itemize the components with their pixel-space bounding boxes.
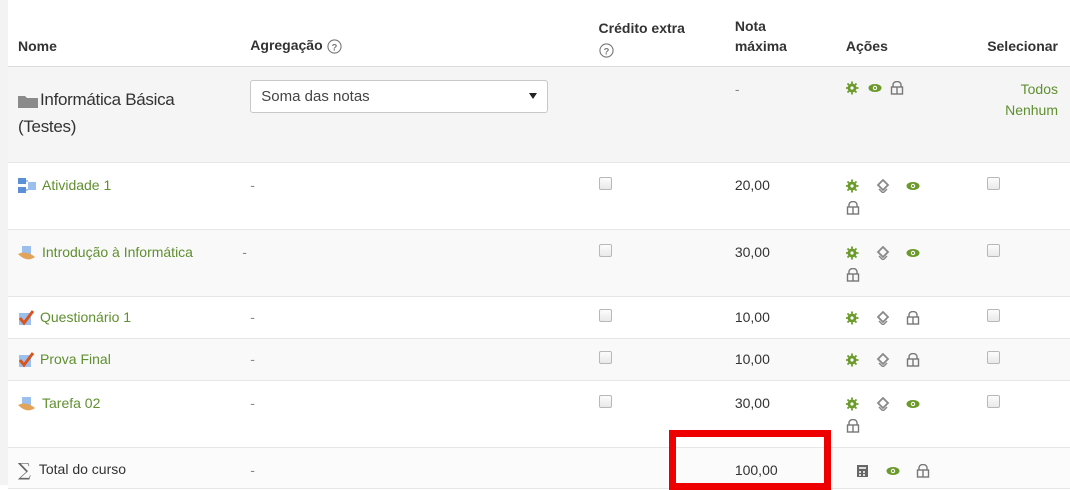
select-all-link[interactable]: Todos bbox=[1021, 81, 1058, 97]
category-max-grade: - bbox=[734, 80, 740, 97]
eye-icon[interactable] bbox=[906, 397, 936, 411]
grade-item-row: Prova Final - 10,00 bbox=[8, 338, 1070, 381]
help-icon[interactable]: ? bbox=[598, 42, 614, 58]
sigma-icon: ∑ bbox=[18, 459, 31, 481]
extra-credit-checkbox[interactable] bbox=[598, 350, 612, 364]
highlight-annotation-box bbox=[669, 430, 831, 490]
grade-item-link[interactable]: Tarefa 02 bbox=[42, 395, 100, 411]
category-name: Informática Básica bbox=[40, 89, 175, 109]
calculator-icon[interactable] bbox=[856, 464, 886, 478]
aggregation-value: - bbox=[250, 350, 255, 367]
gradebook-setup-table: Nome Agregação ? Crédito extra ? Nota má… bbox=[8, 0, 1070, 489]
svg-text:?: ? bbox=[331, 42, 337, 52]
move-icon[interactable] bbox=[876, 178, 906, 193]
move-icon[interactable] bbox=[876, 310, 906, 325]
aggregation-value: - bbox=[250, 308, 255, 325]
header-aggregation: Agregação ? bbox=[250, 0, 599, 67]
category-row: Informática Básica (Testes) Soma das not… bbox=[8, 66, 1070, 163]
move-icon[interactable] bbox=[876, 396, 906, 411]
select-item-checkbox[interactable] bbox=[987, 308, 1001, 322]
select-item-checkbox[interactable] bbox=[987, 176, 1001, 190]
eye-icon[interactable] bbox=[906, 246, 936, 260]
max-grade-value: 30,00 bbox=[734, 394, 770, 411]
eye-icon[interactable] bbox=[886, 464, 916, 478]
aggregation-select-value: Soma das notas bbox=[261, 87, 370, 105]
grade-item-link[interactable]: Questionário 1 bbox=[40, 309, 131, 325]
extra-credit-checkbox[interactable] bbox=[598, 243, 612, 257]
max-grade-value: 20,00 bbox=[734, 176, 770, 193]
assignment-icon bbox=[18, 245, 35, 260]
grade-item-link[interactable]: Introdução à Informática bbox=[42, 244, 193, 260]
select-item-checkbox[interactable] bbox=[987, 394, 1001, 408]
lock-icon[interactable] bbox=[846, 200, 876, 215]
help-icon[interactable]: ? bbox=[326, 38, 342, 54]
grade-item-row: Tarefa 02 - 30,00 bbox=[8, 380, 1070, 448]
gear-icon[interactable] bbox=[845, 179, 876, 193]
lock-icon[interactable] bbox=[906, 352, 936, 367]
header-extra-credit: Crédito extra ? bbox=[598, 0, 735, 67]
left-sidebar-edge bbox=[0, 0, 8, 485]
aggregation-value: - bbox=[242, 243, 247, 260]
header-select: Selecionar bbox=[987, 0, 1070, 67]
aggregation-value: - bbox=[250, 176, 255, 193]
gear-icon[interactable] bbox=[845, 246, 876, 260]
quiz-icon bbox=[18, 351, 34, 368]
lock-icon[interactable] bbox=[890, 80, 920, 95]
quiz-icon bbox=[18, 309, 34, 326]
header-actions: Ações bbox=[845, 0, 988, 67]
grade-item-link[interactable]: Prova Final bbox=[40, 351, 111, 367]
max-grade-value: 10,00 bbox=[734, 308, 770, 325]
max-grade-value: 30,00 bbox=[734, 243, 770, 260]
aggregation-value: - bbox=[250, 461, 255, 478]
grade-item-row: Introdução à Informática - 30,00 bbox=[8, 229, 1070, 297]
gear-icon[interactable] bbox=[845, 353, 876, 367]
course-total-row: ∑ Total do curso - 100,00 bbox=[8, 447, 1070, 489]
max-grade-value: 10,00 bbox=[734, 350, 770, 367]
move-icon[interactable] bbox=[876, 352, 906, 367]
lock-icon[interactable] bbox=[846, 418, 876, 433]
extra-credit-checkbox[interactable] bbox=[598, 176, 612, 190]
grade-item-row: Questionário 1 - 10,00 bbox=[8, 296, 1070, 339]
select-item-checkbox[interactable] bbox=[987, 243, 1001, 257]
eye-icon[interactable] bbox=[906, 179, 936, 193]
select-none-link[interactable]: Nenhum bbox=[1005, 102, 1058, 118]
aggregation-select[interactable]: Soma das notas bbox=[250, 79, 549, 113]
lock-icon[interactable] bbox=[906, 310, 936, 325]
header-max-grade: Nota máxima bbox=[734, 0, 846, 67]
header-name: Nome bbox=[8, 0, 251, 67]
grade-item-link[interactable]: Atividade 1 bbox=[42, 177, 111, 193]
folder-icon bbox=[18, 95, 38, 108]
select-item-checkbox[interactable] bbox=[987, 350, 1001, 364]
aggregation-value: - bbox=[250, 394, 255, 411]
activity-icon bbox=[18, 177, 36, 193]
assignment-icon bbox=[18, 396, 35, 411]
grade-item-row: Atividade 1 - 20,00 bbox=[8, 162, 1070, 230]
course-total-label: Total do curso bbox=[38, 460, 127, 477]
extra-credit-checkbox[interactable] bbox=[598, 308, 612, 322]
gear-icon[interactable] bbox=[845, 311, 876, 325]
caret-down-icon bbox=[529, 92, 538, 99]
extra-credit-checkbox[interactable] bbox=[598, 394, 612, 408]
svg-text:?: ? bbox=[603, 46, 609, 56]
lock-icon[interactable] bbox=[916, 463, 946, 478]
category-name-suffix: (Testes) bbox=[18, 116, 77, 136]
move-icon[interactable] bbox=[876, 245, 906, 260]
lock-icon[interactable] bbox=[846, 267, 876, 282]
gear-icon[interactable] bbox=[845, 397, 876, 411]
